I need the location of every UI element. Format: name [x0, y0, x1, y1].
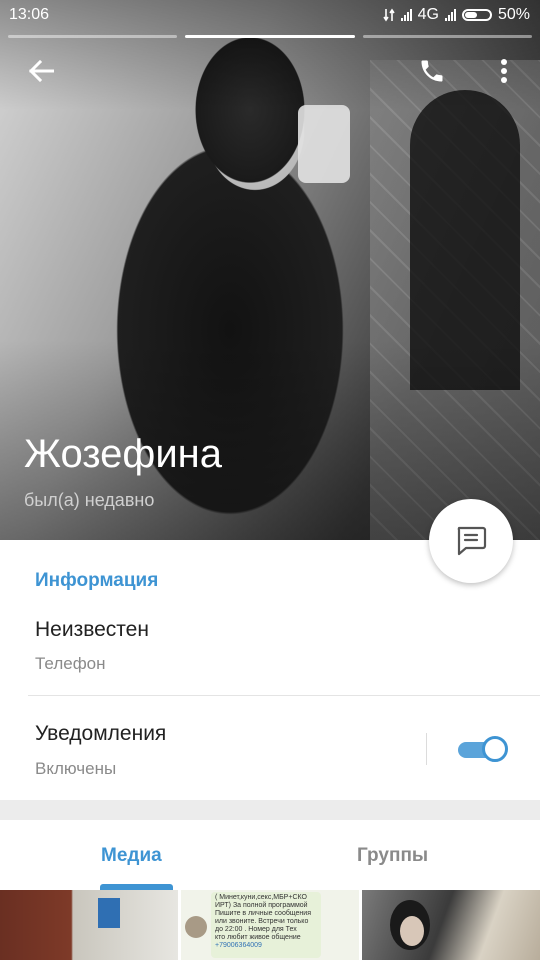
media-tabs: Медиа Группы [0, 820, 540, 890]
status-time: 13:06 [9, 6, 50, 23]
notifications-toggle[interactable] [458, 736, 508, 762]
story-segment [362, 35, 532, 38]
photo-phone-prop [298, 105, 350, 183]
message-bubble: ( Минет,куни,секс,МБР+СКО ИРТ) За полной… [211, 892, 321, 958]
avatar [185, 916, 207, 938]
notifications-label[interactable]: Уведомления [35, 722, 166, 746]
signal-icon [400, 9, 412, 21]
divider [28, 695, 540, 696]
notifications-status: Включены [35, 759, 117, 778]
phone-value[interactable]: Неизвестен [35, 618, 149, 642]
profile-name: Жозефина [24, 432, 223, 476]
story-progress [8, 35, 532, 38]
status-bar: 13:06 4G 50% [0, 0, 540, 32]
media-thumb[interactable]: ( Минет,куни,секс,МБР+СКО ИРТ) За полной… [181, 890, 359, 960]
battery-percent: 50% [497, 6, 530, 23]
back-button[interactable] [17, 47, 65, 95]
arrow-left-icon [28, 60, 54, 82]
call-button[interactable] [408, 47, 456, 95]
tab-groups[interactable]: Группы [357, 845, 428, 867]
more-menu-button[interactable] [480, 47, 528, 95]
media-grid: ( Минет,куни,секс,МБР+СКО ИРТ) За полной… [0, 890, 540, 960]
media-thumb[interactable] [0, 890, 178, 960]
vertical-separator [426, 733, 427, 765]
message-icon [457, 526, 487, 556]
data-transfer-icon [382, 8, 395, 22]
section-title: Информация [35, 570, 159, 591]
phone-icon [421, 60, 443, 82]
network-type: 4G [417, 6, 439, 23]
signal-icon-2 [444, 9, 456, 21]
media-thumb[interactable] [362, 890, 540, 960]
profile-last-seen: был(а) недавно [24, 490, 155, 510]
more-vert-icon [501, 59, 507, 83]
battery-icon [461, 9, 492, 21]
story-segment [8, 35, 178, 38]
send-message-button[interactable] [429, 499, 513, 583]
tab-media[interactable]: Медиа [101, 845, 162, 867]
section-gap [0, 800, 540, 820]
phone-label: Телефон [35, 654, 106, 673]
story-segment-active [185, 35, 355, 38]
